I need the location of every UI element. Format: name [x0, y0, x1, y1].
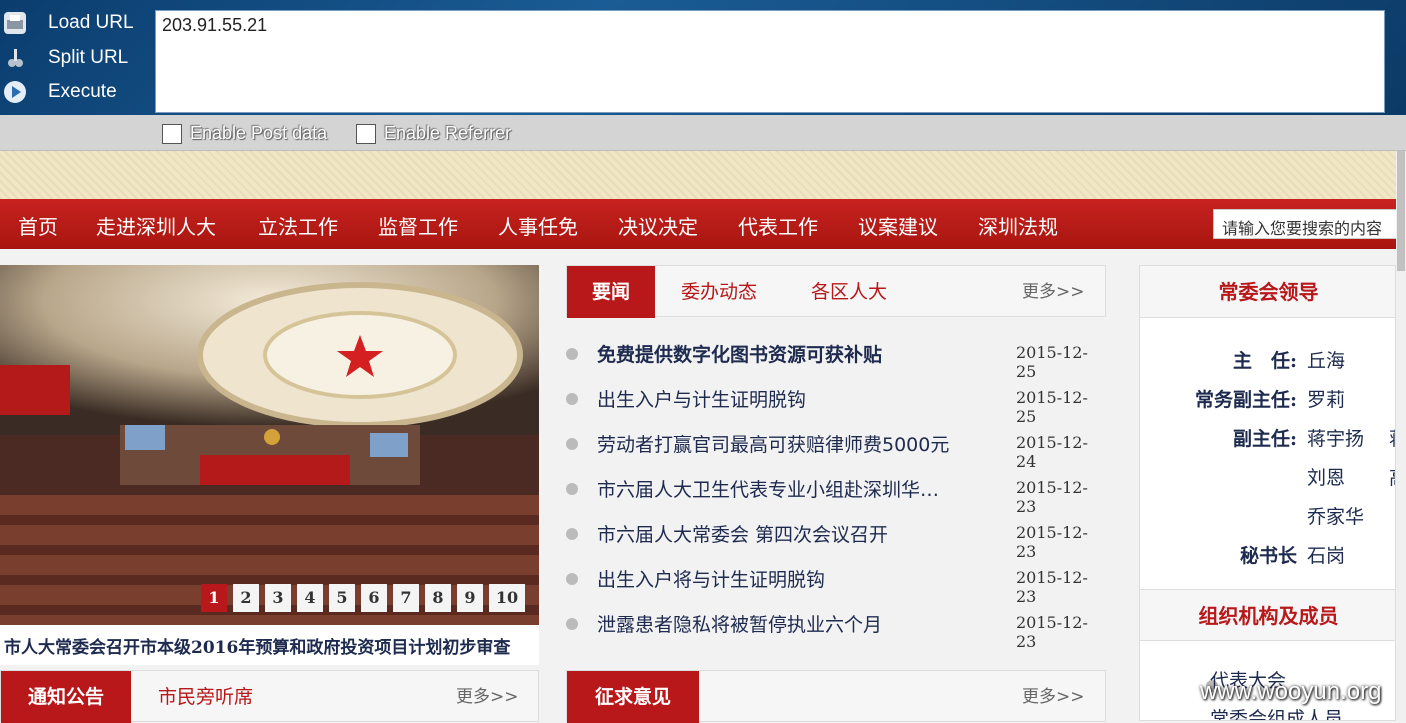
nav-item-supervision[interactable]: 监督工作: [378, 211, 458, 240]
list-item[interactable]: 泄露患者隐私将被暂停执业六个月 2015-12-23: [566, 600, 1106, 651]
pager-item[interactable]: 4: [297, 584, 323, 612]
hackbar-toolbar: Load URL Split URL Execute 203.91.55.21: [0, 0, 1406, 115]
pager-item[interactable]: 2: [233, 584, 259, 612]
watermark-text: www.wooyun.org: [1200, 678, 1382, 705]
url-textarea[interactable]: 203.91.55.21: [155, 10, 1385, 113]
leader-row: 乔家华: [1307, 506, 1365, 528]
news-panel-header: 要闻 委办动态 各区人大 更多>>: [566, 265, 1106, 318]
nav-item-home[interactable]: 首页: [18, 211, 58, 240]
more-link[interactable]: 更多>>: [1022, 671, 1085, 723]
leaders-sidebar: 常委会领导 主 任:丘海 常务副主任:罗莉 副主任:蒋宇扬蒋 刘恩高 乔家华 秘…: [1139, 265, 1396, 721]
checkbox-box[interactable]: [356, 123, 376, 144]
more-link[interactable]: 更多>>: [456, 671, 519, 723]
nav-item-proposals[interactable]: 议案建议: [858, 211, 938, 240]
site-banner: [0, 151, 1396, 199]
list-item[interactable]: 市六届人大常委会 第四次会议召开 2015-12-23: [566, 510, 1106, 561]
pager-item[interactable]: 1: [201, 584, 227, 612]
nav-item-regulations[interactable]: 深圳法规: [978, 211, 1058, 240]
notice-panel-header: 通知公告 市民旁听席 更多>>: [0, 670, 539, 723]
org-item[interactable]: 常委会组成人员: [1210, 704, 1343, 720]
page-scrollbar[interactable]: [1396, 151, 1406, 721]
bullet-icon: [566, 573, 578, 585]
nav-item-resolutions[interactable]: 决议决定: [618, 211, 698, 240]
load-url-button[interactable]: Load URL: [0, 6, 150, 40]
list-item[interactable]: 市六届人大卫生代表专业小组赴深圳华… 2015-12-23: [566, 465, 1106, 516]
tab-public-gallery[interactable]: 市民旁听席: [158, 671, 253, 723]
main-nav: 首页 走进深圳人大 立法工作 监督工作 人事任免 决议决定 代表工作 议案建议 …: [0, 199, 1403, 249]
photo-slideshow[interactable]: [0, 265, 539, 625]
list-item[interactable]: 免费提供数字化图书资源可获补贴 2015-12-25: [566, 330, 1106, 381]
list-item[interactable]: 出生入户与计生证明脱钩 2015-12-25: [566, 375, 1106, 426]
enable-referrer-checkbox[interactable]: Enable Referrer: [356, 123, 511, 144]
bullet-icon: [566, 348, 578, 360]
news-list: 免费提供数字化图书资源可获补贴 2015-12-25 出生入户与计生证明脱钩 201…: [566, 330, 1106, 651]
checkbox-box[interactable]: [162, 123, 182, 144]
bullet-icon: [566, 483, 578, 495]
play-icon: [4, 81, 26, 103]
bullet-icon: [566, 618, 578, 630]
pager-item[interactable]: 7: [393, 584, 419, 612]
search-input[interactable]: 请输入您要搜索的内容: [1213, 209, 1403, 239]
leader-row: 常务副主任: 罗莉: [1194, 389, 1346, 411]
bullet-icon: [566, 438, 578, 450]
tab-district-congress[interactable]: 各区人大: [811, 266, 887, 318]
printer-icon: [4, 12, 26, 34]
list-item[interactable]: 劳动者打赢官司最高可获赔律师费5000元 2015-12-24: [566, 420, 1106, 471]
pager-item[interactable]: 10: [489, 584, 525, 612]
options-bar: Enable Post data Enable Referrer: [0, 115, 1406, 151]
bullet-icon: [566, 393, 578, 405]
leaders-title[interactable]: 常委会领导: [1140, 266, 1395, 318]
pager-item[interactable]: 8: [425, 584, 451, 612]
tab-notices[interactable]: 通知公告: [1, 671, 131, 723]
leader-row: 副主任:蒋宇扬蒋: [1232, 428, 1395, 450]
tab-public-opinion[interactable]: 征求意见: [567, 671, 699, 723]
execute-button[interactable]: Execute: [0, 75, 150, 109]
leader-row: 秘书长 石岗: [1239, 545, 1346, 567]
tab-committee-news[interactable]: 委办动态: [681, 266, 757, 318]
split-url-button[interactable]: Split URL: [0, 41, 150, 75]
tab-top-news[interactable]: 要闻: [567, 266, 655, 318]
list-item[interactable]: 出生入户将与计生证明脱钩 2015-12-23: [566, 555, 1106, 606]
opinion-panel-header: 征求意见 更多>>: [566, 670, 1106, 723]
bullet-icon: [566, 528, 578, 540]
scrollbar-thumb[interactable]: [1397, 151, 1405, 271]
pager-item[interactable]: 9: [457, 584, 483, 612]
leader-row: 主 任: 丘海: [1232, 350, 1346, 372]
slideshow-caption[interactable]: 市人大常委会召开市本级2016年预算和政府投资项目计划初步审查: [0, 625, 539, 665]
nav-item-deputies[interactable]: 代表工作: [738, 211, 818, 240]
assembly-hall-photo: [0, 265, 539, 625]
pager-item[interactable]: 5: [329, 584, 355, 612]
pager-item[interactable]: 6: [361, 584, 387, 612]
nav-item-appointments[interactable]: 人事任免: [498, 211, 578, 240]
nav-item-legislation[interactable]: 立法工作: [258, 211, 338, 240]
more-link[interactable]: 更多>>: [1022, 266, 1085, 318]
scissors-icon: [4, 47, 26, 69]
enable-post-checkbox[interactable]: Enable Post data: [162, 123, 327, 144]
slideshow-pager: 1 2 3 4 5 6 7 8 9 10: [201, 584, 531, 612]
pager-item[interactable]: 3: [265, 584, 291, 612]
nav-item-about[interactable]: 走进深圳人大: [96, 211, 216, 240]
org-title[interactable]: 组织机构及成员: [1140, 589, 1395, 641]
leader-row: 刘恩高: [1307, 467, 1395, 489]
